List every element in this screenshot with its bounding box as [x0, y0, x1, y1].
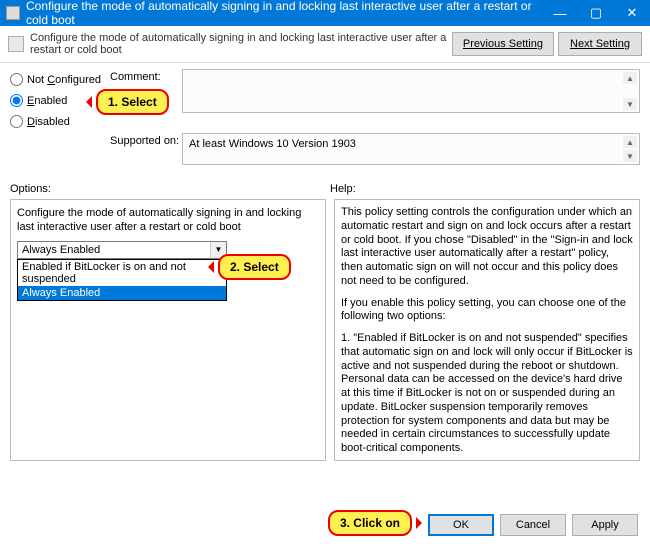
callout-3: 3. Click on [328, 510, 412, 536]
help-p3: 1. "Enabled if BitLocker is on and not s… [341, 332, 633, 456]
options-label: Options: [10, 183, 330, 195]
help-panel: This policy setting controls the configu… [334, 199, 640, 461]
app-icon [6, 6, 20, 20]
enabled-label[interactable]: Enabled [27, 95, 67, 107]
scroll-up-icon[interactable]: ▲ [623, 136, 637, 148]
comment-input[interactable]: ▲ ▼ [182, 69, 640, 113]
minimize-button[interactable]: — [542, 0, 578, 26]
mode-combobox[interactable]: Always Enabled ▼ [17, 241, 227, 259]
previous-setting-button[interactable]: Previous Setting [452, 32, 554, 56]
next-setting-button[interactable]: Next Setting [558, 32, 642, 56]
apply-button[interactable]: Apply [572, 514, 638, 536]
disabled-radio[interactable] [10, 115, 23, 128]
window-title: Configure the mode of automatically sign… [26, 0, 542, 27]
supported-label: Supported on: [110, 133, 182, 165]
supported-display: At least Windows 10 Version 1903 ▲ ▼ [182, 133, 640, 165]
help-p1: This policy setting controls the configu… [341, 206, 633, 289]
dropdown-option-bitlocker[interactable]: Enabled if BitLocker is on and not suspe… [18, 260, 226, 286]
options-panel: Configure the mode of automatically sign… [10, 199, 326, 461]
not-configured-radio[interactable] [10, 73, 23, 86]
dropdown-option-always[interactable]: Always Enabled [18, 286, 226, 300]
cancel-button[interactable]: Cancel [500, 514, 566, 536]
help-label: Help: [330, 183, 356, 195]
close-button[interactable]: ✕ [614, 0, 650, 26]
callout-1: 1. Select [96, 89, 169, 115]
not-configured-label[interactable]: Not Configured [27, 74, 101, 86]
enabled-radio[interactable] [10, 94, 23, 107]
policy-title: Configure the mode of automatically sign… [30, 32, 448, 56]
mode-dropdown[interactable]: Enabled if BitLocker is on and not suspe… [17, 259, 227, 301]
disabled-label[interactable]: Disabled [27, 116, 70, 128]
callout-2: 2. Select [218, 254, 291, 280]
scroll-down-icon[interactable]: ▼ [623, 150, 637, 162]
combo-value: Always Enabled [22, 244, 100, 256]
option-caption: Configure the mode of automatically sign… [17, 206, 319, 235]
supported-value: At least Windows 10 Version 1903 [189, 138, 356, 150]
maximize-button[interactable]: ▢ [578, 0, 614, 26]
ok-button[interactable]: OK [428, 514, 494, 536]
scroll-down-icon[interactable]: ▼ [623, 98, 637, 110]
policy-icon [8, 36, 24, 52]
scroll-up-icon[interactable]: ▲ [623, 72, 637, 84]
help-p2: If you enable this policy setting, you c… [341, 297, 633, 325]
